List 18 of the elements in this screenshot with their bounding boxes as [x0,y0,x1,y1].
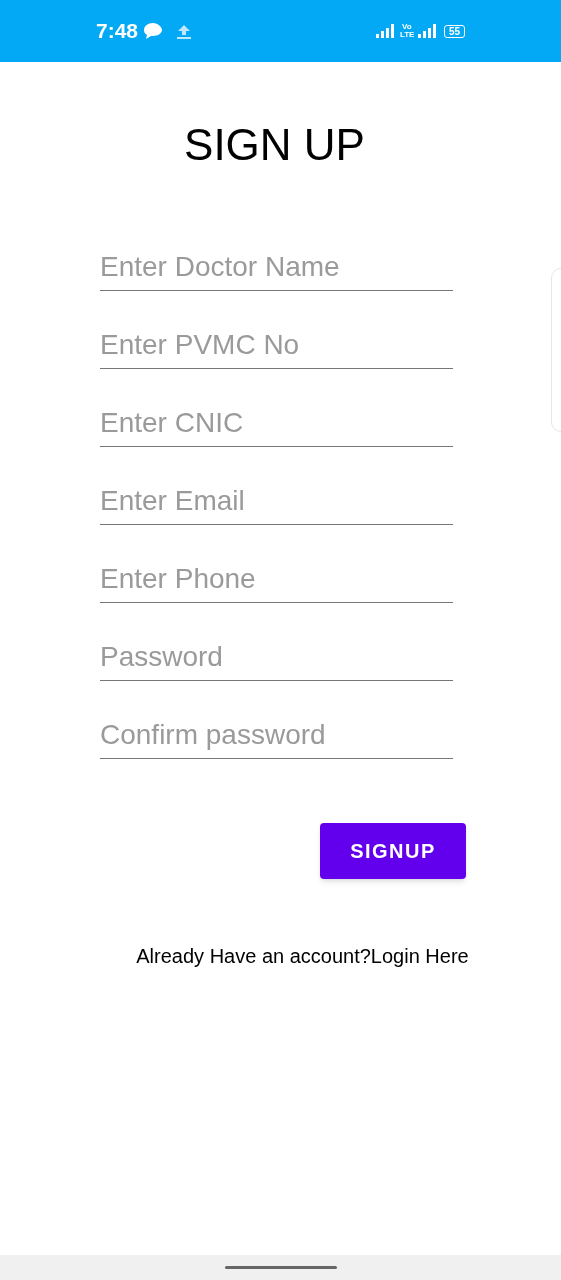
signal-icon [375,24,396,38]
signal-icon [417,24,438,38]
input-field[interactable]: Enter Doctor Name [100,243,453,291]
input-field[interactable]: Enter CNIC [100,399,453,447]
page-title: SIGN UP [183,119,366,171]
upload-icon [175,23,194,39]
signup-button[interactable]: SIGNUP [320,823,466,879]
network-type: Vo LTE [399,23,414,39]
login-link[interactable]: Already Have an account?Login Here [0,941,561,971]
battery-level: 55 [443,24,465,38]
input-field[interactable]: Confirm password [100,711,453,759]
home-indicator[interactable] [224,1266,337,1269]
input-field[interactable]: Enter Email [100,477,453,525]
input-field[interactable]: Enter Phone [100,555,453,603]
input-field[interactable]: Password [100,633,453,681]
message-icon [143,22,164,40]
clock: 7:48 [96,18,139,45]
input-field[interactable]: Enter PVMC No [100,321,453,369]
